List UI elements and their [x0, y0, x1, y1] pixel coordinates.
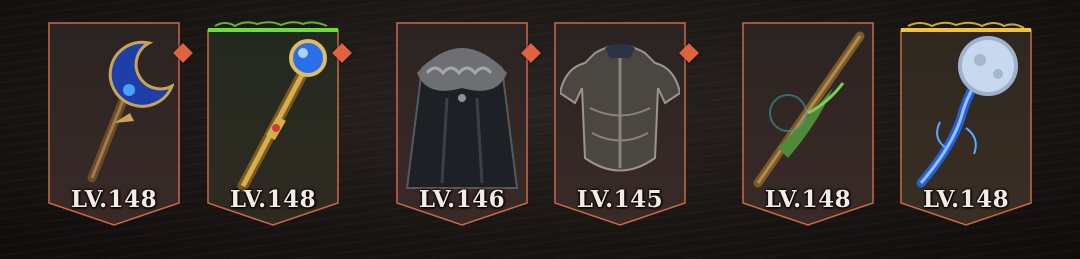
item-level-label: LV.146 [418, 186, 506, 213]
item-level-label: LV.148 [764, 186, 852, 213]
equipment-slot-wand[interactable]: LV.148 [740, 18, 876, 228]
equipment-slot-weapon[interactable]: LV.148 [46, 18, 193, 228]
equipment-slot-armor[interactable]: LV.145 [552, 18, 699, 228]
orb-scepter-icon [237, 39, 327, 192]
item-level-label: LV.148 [70, 186, 158, 213]
item-level-label: LV.148 [922, 186, 1010, 213]
fur-cloak-icon [405, 48, 519, 189]
equipment-slot-offhand[interactable]: LV.148 [205, 18, 352, 228]
equipment-slot-cloak[interactable]: LV.146 [394, 18, 541, 228]
moon-staff-icon [916, 36, 1018, 188]
plate-armor-icon [560, 44, 680, 172]
equipment-slot-staff[interactable]: LV.148 [898, 18, 1034, 228]
item-level-label: LV.148 [229, 186, 317, 213]
crescent-staff-icon [87, 40, 174, 183]
vine-wand-icon [753, 31, 865, 188]
item-level-label: LV.145 [576, 186, 664, 213]
